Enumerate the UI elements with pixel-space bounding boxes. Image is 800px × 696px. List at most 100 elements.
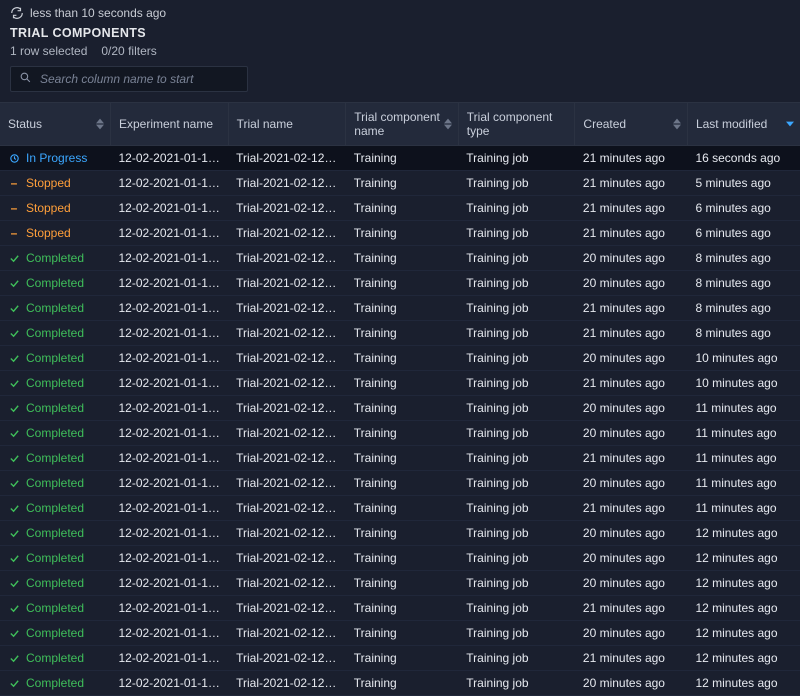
cell-created: 20 minutes ago	[575, 471, 688, 496]
cell-trial-component-type: Training job	[458, 196, 575, 221]
table-row[interactable]: Completed12-02-2021-01-16-28-...Trial-20…	[0, 321, 800, 346]
table-row[interactable]: Completed12-02-2021-01-16-28-...Trial-20…	[0, 671, 800, 696]
status-label: Completed	[26, 376, 84, 390]
cell-trial-component-name: Training	[346, 421, 459, 446]
cell-experiment-name: 12-02-2021-01-16-28-...	[110, 571, 228, 596]
cell-last-modified: 12 minutes ago	[687, 546, 800, 571]
cell-trial-component-type: Training job	[458, 396, 575, 421]
cell-trial-component-type: Training job	[458, 471, 575, 496]
last-refresh-time: less than 10 seconds ago	[30, 6, 166, 20]
table-row[interactable]: –Stopped12-02-2021-01-16-28-...Trial-202…	[0, 221, 800, 246]
table-row[interactable]: Completed12-02-2021-01-16-28-...Trial-20…	[0, 396, 800, 421]
cell-trial-name: Trial-2021-02-12-0117...	[228, 596, 346, 621]
cell-trial-name: Trial-2021-02-12-0116...	[228, 646, 346, 671]
cell-last-modified: 11 minutes ago	[687, 396, 800, 421]
cell-trial-component-name: Training	[346, 196, 459, 221]
cell-trial-name: Trial-2021-02-12-0117...	[228, 321, 346, 346]
cell-trial-name: Trial-2021-02-12-0116...	[228, 296, 346, 321]
cell-trial-component-type: Training job	[458, 221, 575, 246]
cell-created: 21 minutes ago	[575, 146, 688, 171]
table-row[interactable]: –Stopped12-02-2021-01-16-28-...Trial-202…	[0, 171, 800, 196]
table-row[interactable]: Completed12-02-2021-01-16-28-...Trial-20…	[0, 446, 800, 471]
table-row[interactable]: Completed12-02-2021-01-16-28-...Trial-20…	[0, 496, 800, 521]
cell-trial-component-type: Training job	[458, 646, 575, 671]
col-header-trial-component-name[interactable]: Trial component name	[346, 103, 459, 146]
status-label: Completed	[26, 526, 84, 540]
col-header-experiment-name[interactable]: Experiment name	[110, 103, 228, 146]
cell-trial-component-name: Training	[346, 396, 459, 421]
status-stopped-icon: –	[8, 201, 20, 215]
cell-last-modified: 12 minutes ago	[687, 671, 800, 696]
status-completed-icon	[8, 328, 20, 339]
cell-trial-component-type: Training job	[458, 346, 575, 371]
col-header-created[interactable]: Created	[575, 103, 688, 146]
table-row[interactable]: Completed12-02-2021-01-16-28-...Trial-20…	[0, 296, 800, 321]
col-header-trial-name[interactable]: Trial name	[228, 103, 346, 146]
cell-trial-component-type: Training job	[458, 146, 575, 171]
status-completed-icon	[8, 578, 20, 589]
cell-experiment-name: 12-02-2021-01-16-28-...	[110, 171, 228, 196]
table-row[interactable]: Completed12-02-2021-01-16-28-...Trial-20…	[0, 646, 800, 671]
column-search-input[interactable]	[40, 72, 239, 86]
cell-trial-component-name: Training	[346, 671, 459, 696]
cell-experiment-name: 12-02-2021-01-16-28-...	[110, 521, 228, 546]
cell-trial-component-name: Training	[346, 321, 459, 346]
cell-trial-name: Trial-2021-02-12-0117...	[228, 396, 346, 421]
status-label: Completed	[26, 301, 84, 315]
table-row[interactable]: Completed12-02-2021-01-16-28-...Trial-20…	[0, 371, 800, 396]
status-label: In Progress	[26, 151, 87, 165]
table-row[interactable]: Completed12-02-2021-01-16-28-...Trial-20…	[0, 571, 800, 596]
status-stopped-icon: –	[8, 176, 20, 190]
cell-trial-component-type: Training job	[458, 271, 575, 296]
column-search[interactable]	[10, 66, 248, 92]
table-row[interactable]: Completed12-02-2021-01-16-28-...Trial-20…	[0, 246, 800, 271]
table-row[interactable]: Completed12-02-2021-01-16-28-...Trial-20…	[0, 421, 800, 446]
cell-created: 21 minutes ago	[575, 596, 688, 621]
cell-experiment-name: 12-02-2021-01-16-28-...	[110, 471, 228, 496]
status-label: Completed	[26, 451, 84, 465]
cell-experiment-name: 12-02-2021-01-16-28-...	[110, 146, 228, 171]
status-stopped-icon: –	[8, 226, 20, 240]
status-label: Completed	[26, 251, 84, 265]
table-row[interactable]: Completed12-02-2021-01-16-28-...Trial-20…	[0, 521, 800, 546]
refresh-icon[interactable]	[10, 6, 24, 20]
table-row[interactable]: Completed12-02-2021-01-16-28-...Trial-20…	[0, 346, 800, 371]
table-row[interactable]: In Progress12-02-2021-01-16-28-...Trial-…	[0, 146, 800, 171]
table-row[interactable]: Completed12-02-2021-01-16-28-...Trial-20…	[0, 546, 800, 571]
status-label: Stopped	[26, 201, 71, 215]
cell-experiment-name: 12-02-2021-01-16-28-...	[110, 546, 228, 571]
cell-last-modified: 12 minutes ago	[687, 621, 800, 646]
cell-last-modified: 12 minutes ago	[687, 646, 800, 671]
col-header-trial-component-type[interactable]: Trial component type	[458, 103, 575, 146]
cell-created: 20 minutes ago	[575, 671, 688, 696]
cell-experiment-name: 12-02-2021-01-16-28-...	[110, 646, 228, 671]
table-row[interactable]: Completed12-02-2021-01-16-28-...Trial-20…	[0, 471, 800, 496]
cell-last-modified: 8 minutes ago	[687, 321, 800, 346]
cell-trial-component-type: Training job	[458, 571, 575, 596]
cell-created: 20 minutes ago	[575, 346, 688, 371]
cell-last-modified: 12 minutes ago	[687, 521, 800, 546]
table-row[interactable]: Completed12-02-2021-01-16-28-...Trial-20…	[0, 271, 800, 296]
cell-last-modified: 10 minutes ago	[687, 346, 800, 371]
section-title: TRIAL COMPONENTS	[0, 24, 800, 42]
status-label: Stopped	[26, 176, 71, 190]
sort-icon	[444, 118, 452, 130]
table-row[interactable]: Completed12-02-2021-01-16-28-...Trial-20…	[0, 596, 800, 621]
search-icon	[19, 71, 32, 87]
status-label: Completed	[26, 476, 84, 490]
cell-trial-component-type: Training job	[458, 496, 575, 521]
cell-experiment-name: 12-02-2021-01-16-28-...	[110, 196, 228, 221]
cell-last-modified: 11 minutes ago	[687, 496, 800, 521]
cell-last-modified: 16 seconds ago	[687, 146, 800, 171]
table-row[interactable]: Completed12-02-2021-01-16-28-...Trial-20…	[0, 621, 800, 646]
cell-last-modified: 11 minutes ago	[687, 421, 800, 446]
table-row[interactable]: –Stopped12-02-2021-01-16-28-...Trial-202…	[0, 196, 800, 221]
cell-last-modified: 6 minutes ago	[687, 221, 800, 246]
cell-experiment-name: 12-02-2021-01-16-28-...	[110, 496, 228, 521]
col-header-status[interactable]: Status	[0, 103, 110, 146]
cell-trial-component-name: Training	[346, 446, 459, 471]
status-completed-icon	[8, 553, 20, 564]
status-label: Stopped	[26, 226, 71, 240]
col-header-last-modified[interactable]: Last modified	[687, 103, 800, 146]
cell-created: 21 minutes ago	[575, 321, 688, 346]
